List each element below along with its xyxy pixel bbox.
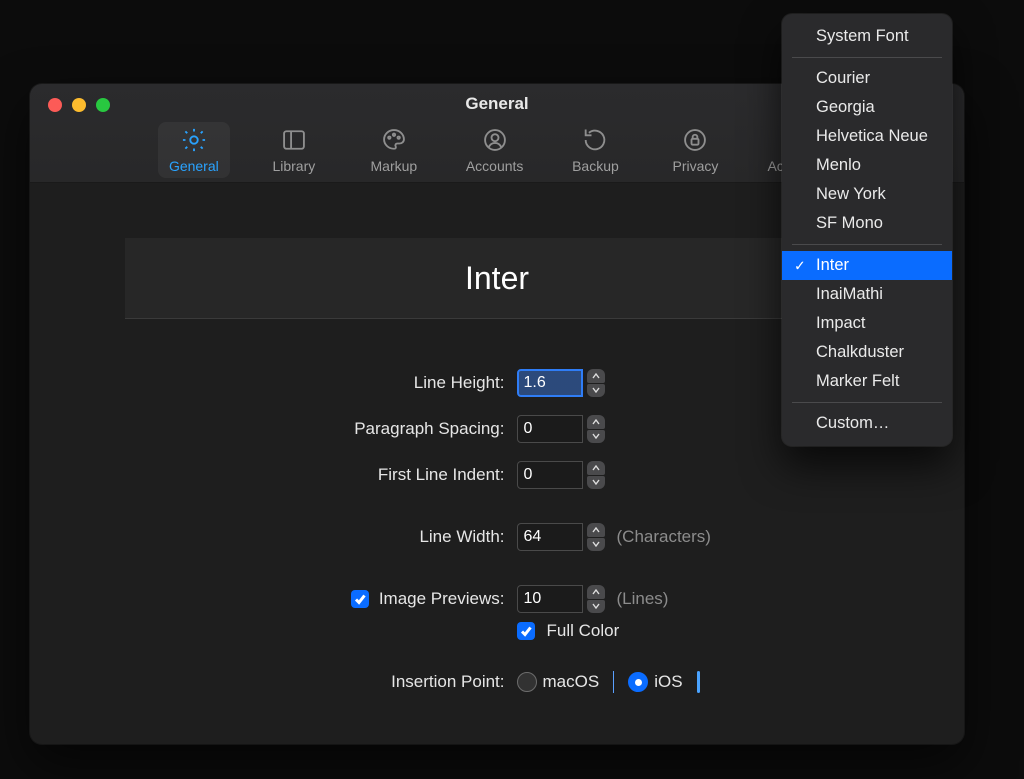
tab-library[interactable]: Library	[258, 122, 330, 178]
line-width-step-up[interactable]	[587, 523, 605, 537]
font-menu-item[interactable]: SF Mono	[782, 209, 952, 238]
first-line-indent-step-down[interactable]	[587, 476, 605, 490]
font-menu-item[interactable]: System Font	[782, 22, 952, 51]
image-previews-field[interactable]	[517, 585, 605, 613]
font-menu-item[interactable]: Marker Felt	[782, 367, 952, 396]
tab-backup[interactable]: Backup	[559, 122, 631, 178]
font-menu-item[interactable]: Menlo	[782, 151, 952, 180]
line-height-field[interactable]	[517, 369, 605, 397]
backup-icon	[581, 126, 609, 154]
insertion-point-macos-option[interactable]: macOS	[517, 672, 600, 692]
image-previews-suffix: (Lines)	[617, 589, 669, 609]
person-icon	[481, 126, 509, 154]
settings-form: Line Height: Paragraph Spacing:	[125, 369, 870, 693]
tab-backup-label: Backup	[572, 158, 619, 174]
font-menu: System FontCourierGeorgiaHelvetica NeueM…	[782, 14, 952, 446]
image-previews-step-down[interactable]	[587, 600, 605, 614]
first-line-indent-label: First Line Indent:	[378, 465, 505, 485]
line-width-input[interactable]	[517, 523, 583, 551]
image-previews-checkbox[interactable]	[351, 590, 369, 608]
line-width-field[interactable]	[517, 523, 605, 551]
line-width-label: Line Width:	[419, 527, 504, 547]
tab-markup[interactable]: Markup	[358, 122, 430, 178]
first-line-indent-input[interactable]	[517, 461, 583, 489]
font-menu-item[interactable]: Georgia	[782, 93, 952, 122]
radio-off-icon	[517, 672, 537, 692]
image-previews-step-up[interactable]	[587, 585, 605, 599]
tab-accounts-label: Accounts	[466, 158, 524, 174]
paragraph-spacing-step-down[interactable]	[587, 430, 605, 444]
first-line-indent-field[interactable]	[517, 461, 605, 489]
check-icon	[354, 593, 366, 605]
insertion-point-ios-label: iOS	[654, 672, 682, 692]
tab-general[interactable]: General	[158, 122, 230, 178]
paragraph-spacing-label: Paragraph Spacing:	[354, 419, 504, 439]
tab-general-label: General	[169, 158, 219, 174]
library-icon	[280, 126, 308, 154]
font-menu-item[interactable]: Chalkduster	[782, 338, 952, 367]
menu-separator	[792, 57, 942, 58]
font-menu-item[interactable]: Courier	[782, 64, 952, 93]
ios-caret-icon	[697, 671, 700, 693]
insertion-point-ios-option[interactable]: iOS	[628, 672, 682, 692]
font-menu-item[interactable]: Inter	[782, 251, 952, 280]
line-height-step-down[interactable]	[587, 384, 605, 398]
lock-icon	[681, 126, 709, 154]
tab-markup-label: Markup	[371, 158, 418, 174]
paragraph-spacing-step-up[interactable]	[587, 415, 605, 429]
tab-library-label: Library	[272, 158, 315, 174]
paragraph-spacing-input[interactable]	[517, 415, 583, 443]
font-menu-item[interactable]: InaiMathi	[782, 280, 952, 309]
tab-privacy[interactable]: Privacy	[659, 122, 731, 178]
font-menu-item[interactable]: New York	[782, 180, 952, 209]
font-menu-item[interactable]: Helvetica Neue	[782, 122, 952, 151]
palette-icon	[380, 126, 408, 154]
menu-separator	[792, 402, 942, 403]
insertion-divider	[613, 671, 614, 693]
font-preview[interactable]: Inter	[125, 238, 870, 319]
check-icon	[520, 625, 532, 637]
line-width-step-down[interactable]	[587, 538, 605, 552]
insertion-point-label: Insertion Point:	[391, 672, 504, 692]
tab-privacy-label: Privacy	[672, 158, 718, 174]
first-line-indent-step-up[interactable]	[587, 461, 605, 475]
font-menu-item[interactable]: Impact	[782, 309, 952, 338]
tab-accounts[interactable]: Accounts	[458, 122, 532, 178]
full-color-checkbox[interactable]	[517, 622, 535, 640]
gear-icon	[180, 126, 208, 154]
font-menu-item[interactable]: Custom…	[782, 409, 952, 438]
full-color-label: Full Color	[547, 621, 620, 641]
menu-separator	[792, 244, 942, 245]
insertion-point-macos-label: macOS	[543, 672, 600, 692]
paragraph-spacing-field[interactable]	[517, 415, 605, 443]
image-previews-label: Image Previews:	[379, 589, 505, 609]
line-height-step-up[interactable]	[587, 369, 605, 383]
line-width-suffix: (Characters)	[617, 527, 711, 547]
line-height-input[interactable]	[517, 369, 583, 397]
line-height-label: Line Height:	[414, 373, 505, 393]
image-previews-input[interactable]	[517, 585, 583, 613]
radio-on-icon	[628, 672, 648, 692]
